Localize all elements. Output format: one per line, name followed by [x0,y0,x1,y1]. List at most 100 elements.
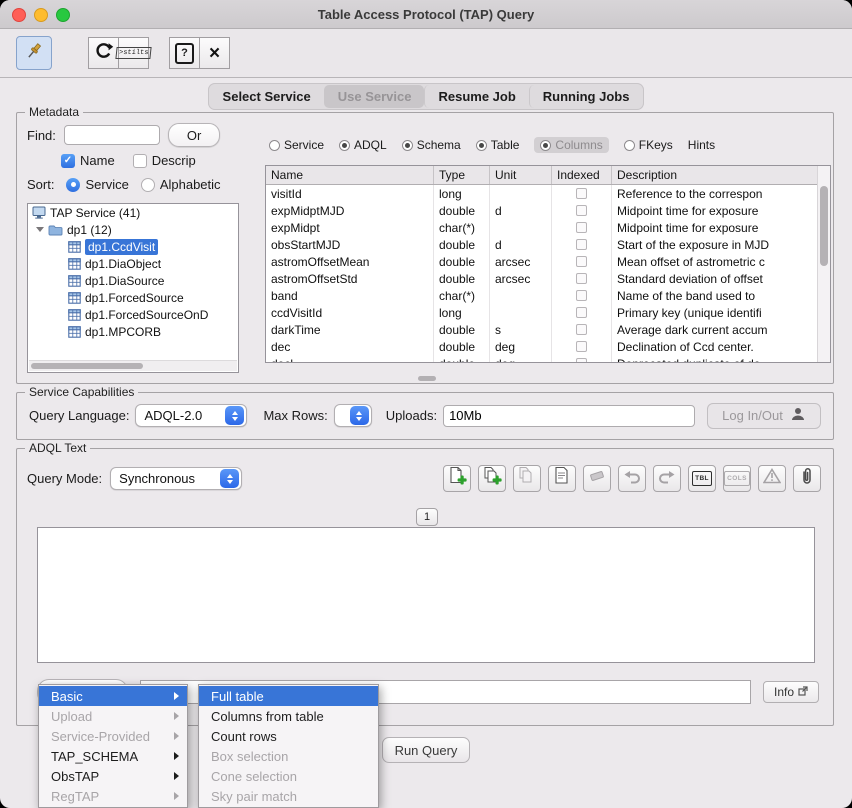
table-row[interactable]: visitId long Reference to the correspon [266,185,830,202]
name-checkbox[interactable]: ✓ [61,154,75,168]
max-rows-select[interactable] [334,404,372,427]
tab-running-jobs[interactable]: Running Jobs [529,85,643,108]
table-row[interactable]: astromOffsetMean double arcsec Mean offs… [266,253,830,270]
columns-vertical-scrollbar[interactable] [817,166,830,362]
edit-tab-1[interactable]: 1 [416,508,438,526]
remove-tab-button[interactable] [513,465,541,492]
tree-item-table[interactable]: dp1.DiaSource [28,272,238,289]
run-query-button[interactable]: Run Query [382,737,470,763]
minimize-window-button[interactable] [34,8,48,22]
table-row[interactable]: expMidptMJD double d Midpoint time for e… [266,202,830,219]
indexed-checkbox[interactable] [576,324,587,335]
menu-item-sky-pair-match[interactable]: Sky pair match [199,786,378,806]
tree-item-table[interactable]: dp1.ForcedSourceOnD [28,306,238,323]
redo-button[interactable] [653,465,681,492]
splitpane-grip[interactable] [418,376,436,381]
columns-scrollbar-thumb[interactable] [820,186,828,266]
clear-text-button[interactable] [583,465,611,492]
menu-item-obstap[interactable]: ObsTAP [39,766,187,786]
menu-item-cone-selection[interactable]: Cone selection [199,766,378,786]
close-window-button[interactable] [12,8,26,22]
tab-resume-job[interactable]: Resume Job [424,85,528,108]
reload-button[interactable] [88,37,119,69]
find-input[interactable] [64,125,160,145]
zoom-window-button[interactable] [56,8,70,22]
table-row[interactable]: obsStartMJD double d Start of the exposu… [266,236,830,253]
indexed-checkbox[interactable] [576,239,587,250]
menu-item-count-rows[interactable]: Count rows [199,726,378,746]
stilts-button[interactable]: >stilts [118,37,149,69]
copy-tab-button[interactable] [478,465,506,492]
view-tab-fkeys[interactable]: FKeys [624,138,673,152]
view-tab-hints[interactable]: Hints [688,138,715,152]
tree-horizontal-scrollbar[interactable] [29,360,237,371]
table-row[interactable]: dec double deg Declination of Ccd center… [266,338,830,355]
query-mode-select[interactable]: Synchronous [110,467,242,490]
view-tab-service[interactable]: Service [269,138,324,152]
help-button[interactable]: ? [169,37,200,69]
menu-item-columns-from-table[interactable]: Columns from table [199,706,378,726]
table-row[interactable]: expMidpt char(*) Midpoint time for expos… [266,219,830,236]
menu-item-tap-schema[interactable]: TAP_SCHEMA [39,746,187,766]
menu-item-service-provided[interactable]: Service-Provided [39,726,187,746]
table-row[interactable]: ccdVisitId long Primary key (unique iden… [266,304,830,321]
add-tab-button[interactable] [443,465,471,492]
indexed-checkbox[interactable] [576,205,587,216]
tree-item-table[interactable]: dp1.DiaObject [28,255,238,272]
descrip-checkbox[interactable] [133,154,147,168]
view-tab-adql[interactable]: ADQL [339,138,387,152]
menu-item-box-selection[interactable]: Box selection [199,746,378,766]
fix-text-button[interactable] [793,465,821,492]
tree-item-table[interactable]: dp1.CcdVisit [28,238,238,255]
cell-description: Mean offset of astrometric c [612,253,830,270]
header-description[interactable]: Description [612,166,830,184]
menu-item-basic[interactable]: Basic [39,686,187,706]
tree-item-dp1-schema[interactable]: dp1 (12) [28,221,238,238]
find-logic-button[interactable]: Or [168,123,220,147]
indexed-checkbox[interactable] [576,188,587,199]
sort-alphabetic-radio[interactable] [141,178,155,192]
close-dialog-button[interactable]: × [199,37,230,69]
header-type[interactable]: Type [434,166,490,184]
insert-columns-button[interactable]: COLS [723,465,751,492]
indexed-checkbox[interactable] [576,307,587,318]
menu-item-regtap[interactable]: RegTAP [39,786,187,806]
table-row[interactable]: band char(*) Name of the band used to [266,287,830,304]
parse-errors-button[interactable] [758,465,786,492]
indexed-checkbox[interactable] [576,222,587,233]
tree-item-tap-service[interactable]: TAP Service (41) [28,204,238,221]
tree-scrollbar-thumb[interactable] [31,363,143,369]
table-row[interactable]: decl double deg Deprecated duplicate of … [266,355,830,363]
indexed-checkbox[interactable] [576,290,587,301]
view-tab-table[interactable]: Table [476,138,520,152]
tab-select-service[interactable]: Select Service [210,85,324,108]
login-button[interactable]: Log In/Out [707,403,821,429]
tab-use-service[interactable]: Use Service [324,85,425,108]
view-tab-schema[interactable]: Schema [402,138,461,152]
indexed-checkbox[interactable] [576,341,587,352]
menu-item-upload[interactable]: Upload [39,706,187,726]
header-unit[interactable]: Unit [490,166,552,184]
rename-tab-button[interactable] [548,465,576,492]
query-language-select[interactable]: ADQL-2.0 [135,404,247,427]
pin-window-button[interactable] [16,36,52,70]
table-row[interactable]: darkTime double s Average dark current a… [266,321,830,338]
info-button[interactable]: Info [763,681,819,703]
header-indexed[interactable]: Indexed [552,166,612,184]
chevron-down-icon[interactable] [36,227,44,232]
tree-item-table[interactable]: dp1.ForcedSource [28,289,238,306]
indexed-checkbox[interactable] [576,358,587,363]
table-row[interactable]: astromOffsetStd double arcsec Standard d… [266,270,830,287]
tree-item-table[interactable]: dp1.MPCORB [28,323,238,340]
header-name[interactable]: Name [266,166,434,184]
tree-item-label-selected: dp1.CcdVisit [85,239,158,255]
adql-text-area[interactable] [37,527,815,663]
sort-service-radio[interactable] [66,178,80,192]
indexed-checkbox[interactable] [576,256,587,267]
view-tab-columns[interactable]: Columns [534,137,608,153]
menu-item-full-table[interactable]: Full table [199,686,378,706]
uploads-field[interactable] [443,405,695,427]
indexed-checkbox[interactable] [576,273,587,284]
insert-table-button[interactable]: TBL [688,465,716,492]
undo-button[interactable] [618,465,646,492]
